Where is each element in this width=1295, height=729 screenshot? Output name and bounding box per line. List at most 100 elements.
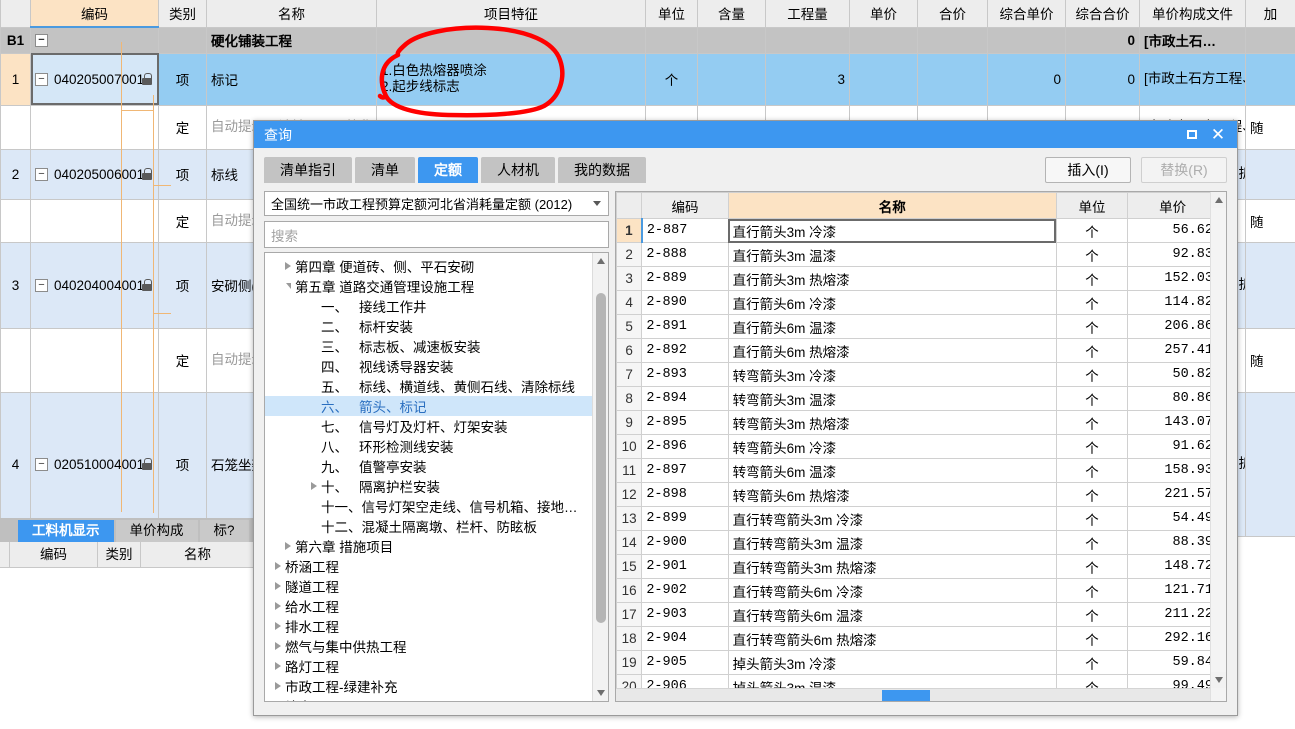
tab-list-guide[interactable]: 清单指引: [264, 157, 352, 183]
quota-row-code[interactable]: 2-898: [641, 482, 729, 507]
col-extra[interactable]: 加: [1245, 0, 1295, 28]
quota-row-name[interactable]: 转弯箭头6m 温漆: [727, 458, 1057, 483]
quota-row-name[interactable]: 直行箭头6m 冷漆: [727, 290, 1057, 315]
tree-node[interactable]: 十二、 混凝土隔离墩、栏杆、防眩板: [265, 516, 592, 536]
scroll-down-icon[interactable]: [593, 685, 608, 701]
quota-row-name[interactable]: 转弯箭头3m 温漆: [727, 386, 1057, 411]
tab-my-data[interactable]: 我的数据: [558, 157, 646, 183]
tree-node[interactable]: 燃气与集中供热工程: [265, 636, 592, 656]
tree-node[interactable]: 隧道工程: [265, 576, 592, 596]
tree-node[interactable]: 五、 标线、横道线、黄侧石线、清除标线: [265, 376, 592, 396]
query-dialog[interactable]: 查询 ✕ 清单指引 清单 定额 人材机 我的数据 插入(I) 替换(R) 全国统…: [253, 120, 1238, 716]
library-select[interactable]: 全国统一市政工程预算定额河北省消耗量定额 (2012): [264, 191, 609, 216]
quota-col-price[interactable]: 单价: [1127, 192, 1218, 219]
quota-col-code[interactable]: 编码: [641, 192, 729, 219]
quota-row-name[interactable]: 直行箭头6m 温漆: [727, 314, 1057, 339]
quota-row-code[interactable]: 2-894: [641, 386, 729, 411]
col-total[interactable]: 合价: [917, 0, 988, 28]
tree-scroll-thumb[interactable]: [596, 293, 606, 623]
quota-row-code[interactable]: 2-888: [641, 242, 729, 267]
quota-row-code[interactable]: 2-890: [641, 290, 729, 315]
quota-row-code[interactable]: 2-895: [641, 410, 729, 435]
quota-row-code[interactable]: 2-901: [641, 554, 729, 579]
tree-node[interactable]: 六、 箭头、标记: [265, 396, 592, 416]
tree-node[interactable]: 十、 隔离护栏安装: [265, 476, 592, 496]
col-code[interactable]: 编码: [30, 0, 159, 28]
quota-row-code[interactable]: 2-889: [641, 266, 729, 291]
col-comp-total[interactable]: 综合合价: [1065, 0, 1140, 28]
expander-icon[interactable]: −: [35, 167, 48, 181]
maximize-icon[interactable]: [1179, 124, 1205, 146]
expander-icon[interactable]: −: [35, 33, 48, 47]
row-code-cell[interactable]: − 040204004001: [30, 241, 159, 329]
quota-row[interactable]: 16 2-902 直行转弯箭头6m 冷漆个 121.71: [616, 578, 1218, 603]
tree-node[interactable]: 七、 信号灯及灯杆、灯架安装: [265, 416, 592, 436]
chevron-right-icon[interactable]: [307, 482, 321, 490]
tree-node[interactable]: 给水工程: [265, 596, 592, 616]
col-feature[interactable]: 项目特征: [376, 0, 646, 28]
col-quantity[interactable]: 工程量: [765, 0, 850, 28]
bottom-col-category[interactable]: 类别: [98, 542, 141, 567]
quota-row-name[interactable]: 直行转弯箭头6m 热熔漆: [727, 626, 1057, 651]
quota-row[interactable]: 9 2-895 转弯箭头3m 热熔漆个 143.07: [616, 410, 1218, 435]
quota-row-name[interactable]: 转弯箭头6m 热熔漆: [727, 482, 1057, 507]
quota-hscrollbar[interactable]: [616, 688, 1218, 701]
tree-node[interactable]: 一、 接线工作井: [265, 296, 592, 316]
col-price-file[interactable]: 单价构成文件: [1139, 0, 1246, 28]
quota-row[interactable]: 11 2-897 转弯箭头6m 温漆个 158.93: [616, 458, 1218, 483]
quota-row-name[interactable]: 直行转弯箭头3m 热熔漆: [727, 554, 1057, 579]
replace-button[interactable]: 替换(R): [1141, 157, 1227, 183]
chevron-right-icon[interactable]: [281, 542, 295, 550]
quota-row[interactable]: 18 2-904 直行转弯箭头6m 热熔漆个 292.16: [616, 626, 1218, 651]
tree-node[interactable]: 市政工程-绿建补充: [265, 676, 592, 696]
bottom-col-name[interactable]: 名称: [141, 542, 255, 567]
tree-node[interactable]: 第五章 道路交通管理设施工程: [265, 276, 592, 296]
search-input[interactable]: 搜索: [264, 221, 609, 248]
chevron-down-icon[interactable]: [281, 283, 295, 289]
tree-node[interactable]: 八、 环形检测线安装: [265, 436, 592, 456]
quota-row-code[interactable]: 2-892: [641, 338, 729, 363]
tree-node[interactable]: 三、 标志板、减速板安装: [265, 336, 592, 356]
tree-node[interactable]: 九、 值警亭安装: [265, 456, 592, 476]
quota-row-name[interactable]: 直行箭头3m 温漆: [727, 242, 1057, 267]
quota-row[interactable]: 14 2-900 直行转弯箭头3m 温漆个 88.39: [616, 530, 1218, 555]
quota-row-code[interactable]: 2-899: [641, 506, 729, 531]
quota-row-name[interactable]: 转弯箭头3m 热熔漆: [727, 410, 1057, 435]
quota-row-code[interactable]: 2-903: [641, 602, 729, 627]
quota-row[interactable]: 7 2-893 转弯箭头3m 冷漆个 50.82: [616, 362, 1218, 387]
tree-node[interactable]: 排水工程: [265, 616, 592, 636]
quota-row[interactable]: 15 2-901 直行转弯箭头3m 热熔漆个 148.72: [616, 554, 1218, 579]
col-price[interactable]: 单价: [849, 0, 918, 28]
quota-row-code[interactable]: 2-896: [641, 434, 729, 459]
expander-icon[interactable]: −: [35, 72, 48, 86]
tab-list[interactable]: 清单: [355, 157, 415, 183]
quota-hscroll-thumb[interactable]: [882, 690, 930, 701]
tree-node[interactable]: 桥涵工程: [265, 556, 592, 576]
quota-row-name[interactable]: 转弯箭头6m 冷漆: [727, 434, 1057, 459]
scroll-up-icon[interactable]: [593, 253, 608, 269]
quota-row-name[interactable]: 直行转弯箭头3m 温漆: [727, 530, 1057, 555]
chevron-right-icon[interactable]: [271, 682, 285, 690]
tree-scrollbar[interactable]: [592, 253, 608, 701]
quota-row[interactable]: 4 2-890 直行箭头6m 冷漆个 114.82: [616, 290, 1218, 315]
chevron-right-icon[interactable]: [271, 562, 285, 570]
quota-row-code[interactable]: 2-900: [641, 530, 729, 555]
col-name[interactable]: 名称: [206, 0, 377, 28]
quota-row[interactable]: 6 2-892 直行箭头6m 热熔漆个 257.41: [616, 338, 1218, 363]
quota-row-name[interactable]: 直行转弯箭头6m 冷漆: [727, 578, 1057, 603]
quota-row-name[interactable]: 直行箭头6m 热熔漆: [727, 338, 1057, 363]
quota-row[interactable]: 19 2-905 掉头箭头3m 冷漆个 59.84: [616, 650, 1218, 675]
quota-row[interactable]: 17 2-903 直行转弯箭头6m 温漆个 211.22: [616, 602, 1218, 627]
quota-row-code[interactable]: 2-893: [641, 362, 729, 387]
tree-node[interactable]: 第六章 措施项目: [265, 536, 592, 556]
col-comp-price[interactable]: 综合单价: [987, 0, 1066, 28]
tab-quota[interactable]: 定额: [418, 157, 478, 183]
tree-node[interactable]: 四、 视线诱导器安装: [265, 356, 592, 376]
tree-node[interactable]: 二、 标杆安装: [265, 316, 592, 336]
chevron-right-icon[interactable]: [271, 582, 285, 590]
row-code-cell[interactable]: − 040205006001: [30, 148, 159, 200]
tab-labor-material-machine[interactable]: 人材机: [481, 157, 555, 183]
tree-node[interactable]: 第四章 便道砖、侧、平石安砌: [265, 256, 592, 276]
tab-price-composition[interactable]: 单价构成: [115, 520, 198, 542]
close-icon[interactable]: ✕: [1205, 124, 1231, 146]
